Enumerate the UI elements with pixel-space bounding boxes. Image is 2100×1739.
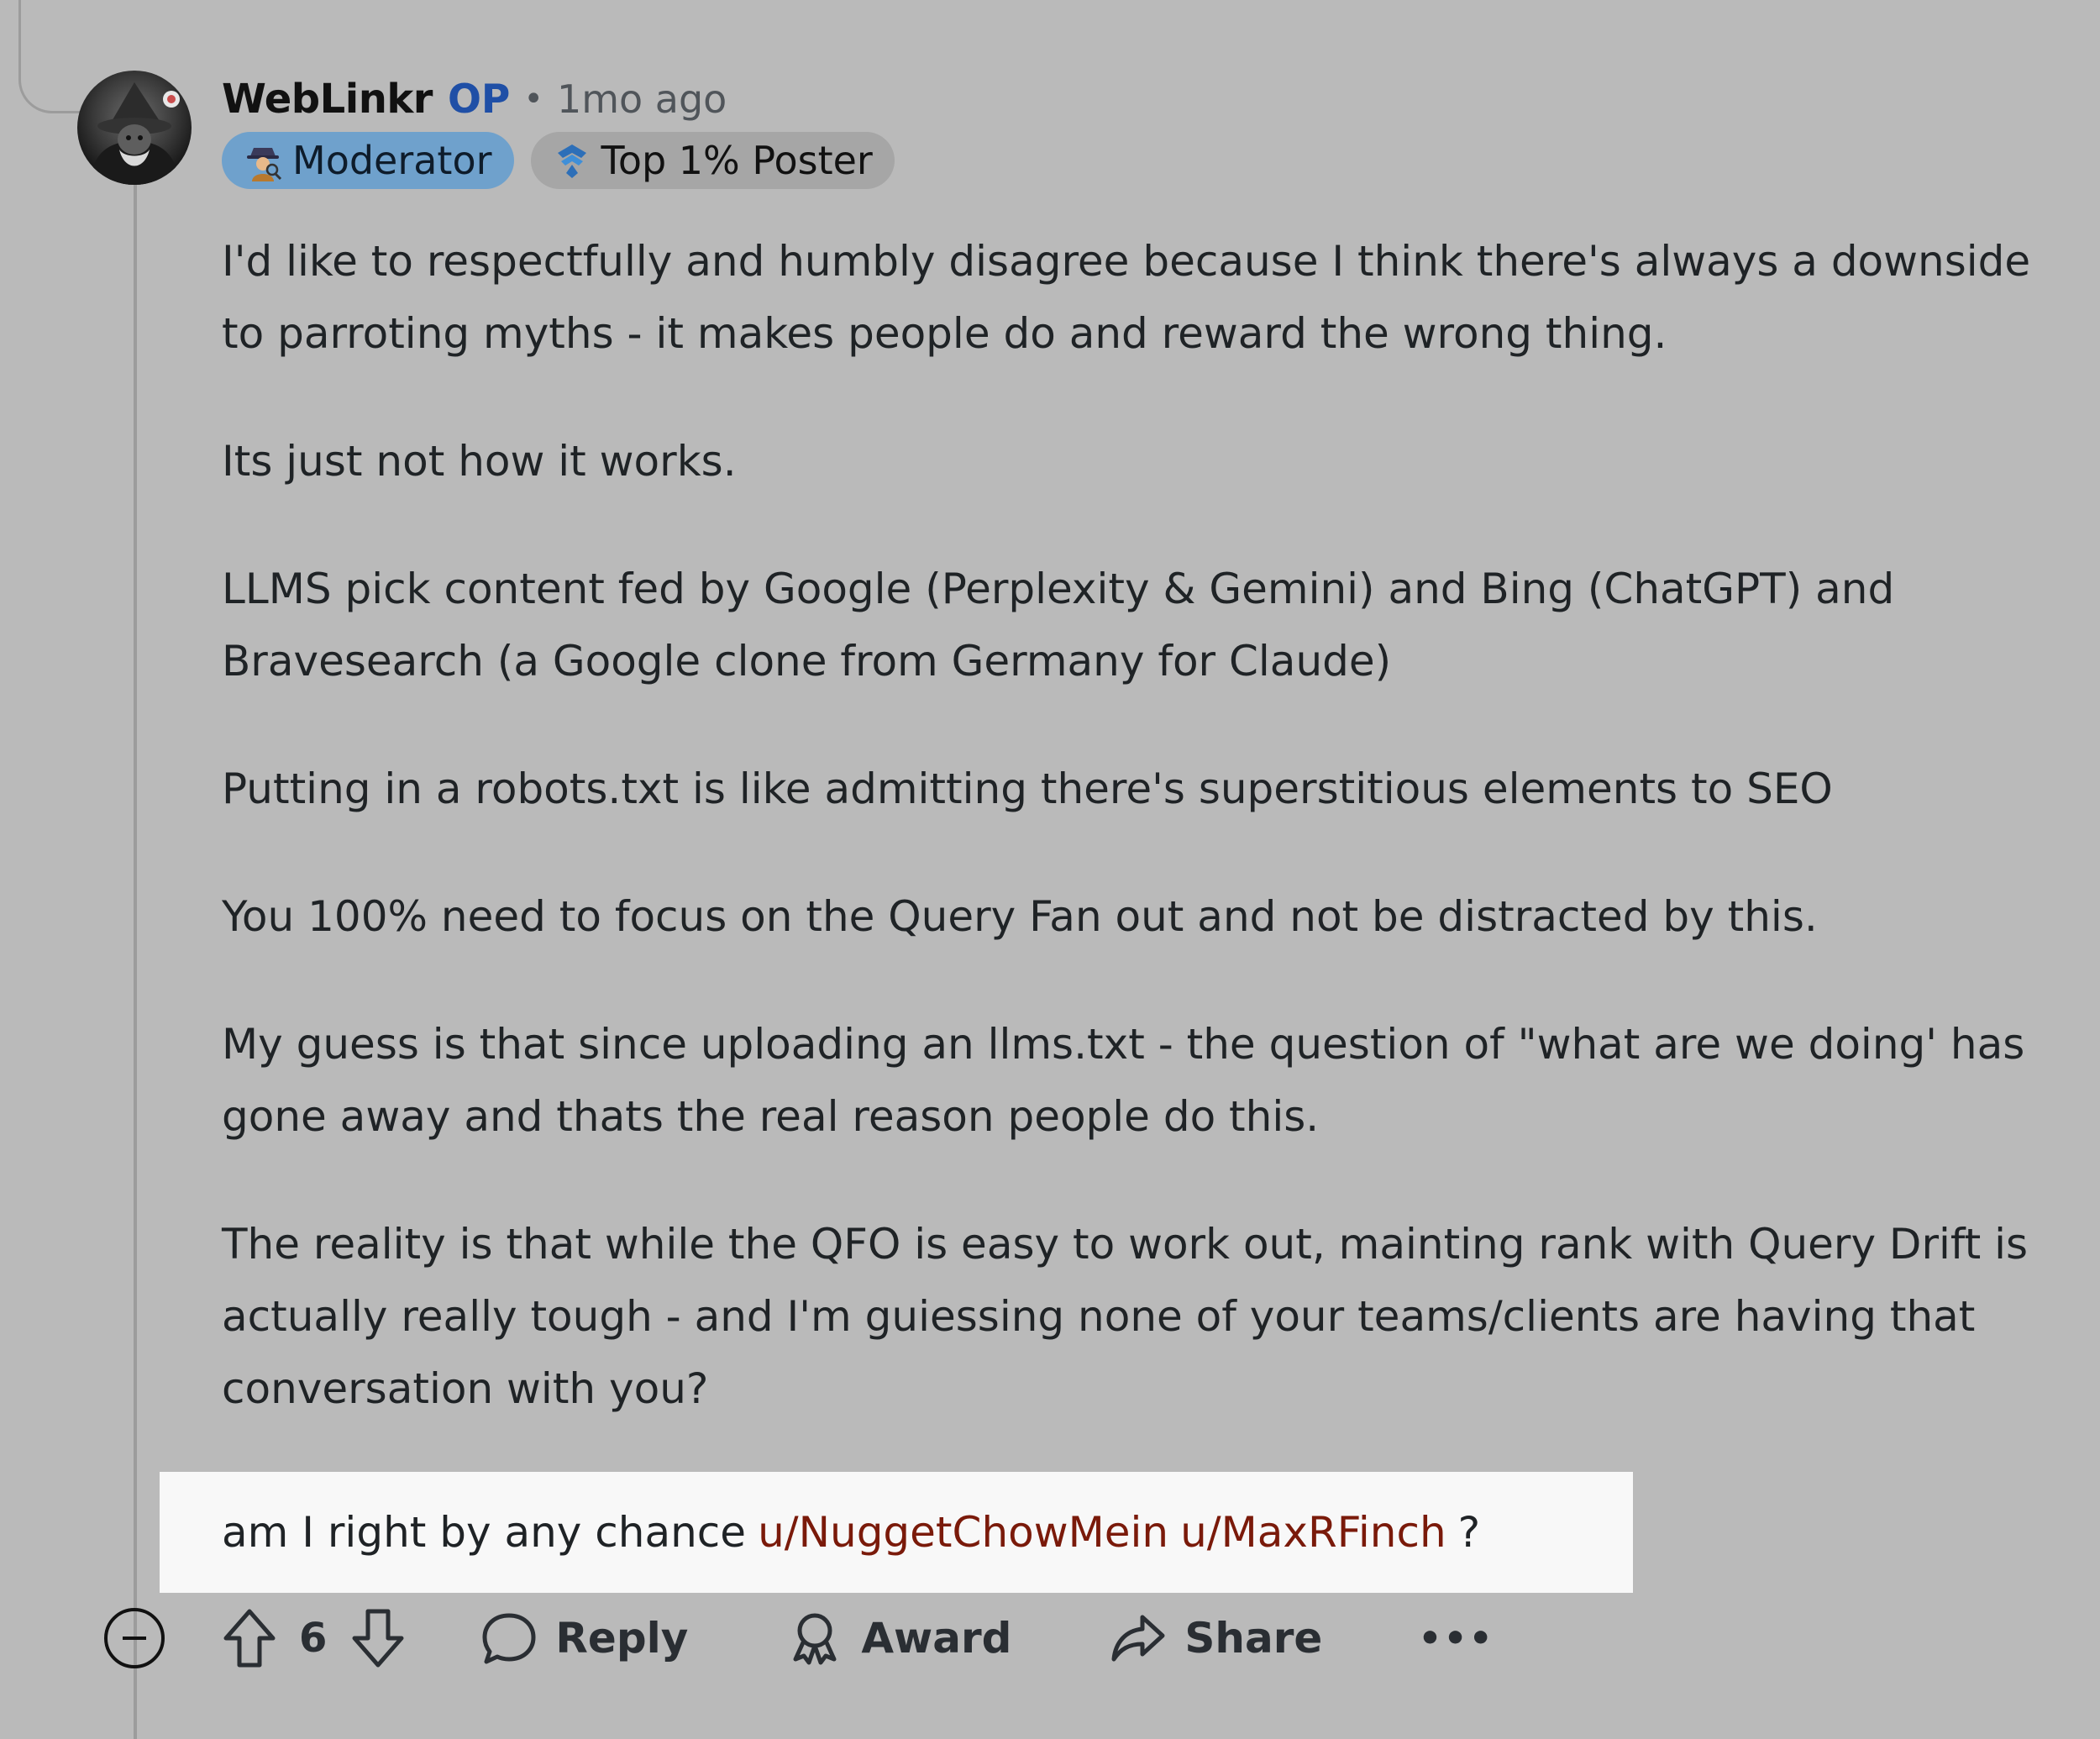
avatar[interactable] (77, 71, 192, 185)
user-mention-maxrfinch[interactable]: u/MaxRFinch (1180, 1508, 1446, 1557)
comment-action-bar: 6 Reply Award Share ••• (104, 1596, 1494, 1680)
share-button[interactable]: Share (1109, 1609, 1322, 1668)
comment-paragraph: The reality is that while the QFO is eas… (222, 1220, 2029, 1413)
comment-header: WebLinkr OP • 1mo ago (222, 71, 727, 128)
flair-moderator-label: Moderator (292, 138, 492, 183)
avatar-image (89, 82, 180, 185)
thread-connector-curve (18, 0, 80, 113)
highlighted-paragraph: am I right by any chance u/NuggetChowMei… (160, 1472, 1633, 1593)
downvote-arrow-icon (352, 1609, 404, 1668)
username[interactable]: WebLinkr (222, 76, 433, 123)
award-button[interactable]: Award (785, 1609, 1011, 1668)
comment-body: I'd like to respectfully and humbly disa… (222, 225, 2053, 1480)
share-label: Share (1184, 1614, 1323, 1663)
timestamp[interactable]: 1mo ago (557, 76, 727, 122)
flair-top-poster: Top 1% Poster (530, 132, 895, 189)
share-arrow-icon (1109, 1609, 1168, 1668)
separator-dot: • (523, 80, 543, 118)
collapse-thread-button[interactable] (104, 1608, 165, 1668)
award-ribbon-icon (785, 1609, 844, 1668)
detective-icon (242, 139, 284, 181)
flair-moderator: Moderator (222, 132, 514, 189)
downvote-button[interactable] (349, 1606, 407, 1670)
speech-bubble-icon (480, 1609, 538, 1668)
flair-top-poster-label: Top 1% Poster (601, 138, 873, 183)
user-flairs: Moderator Top 1% Poster (222, 132, 895, 189)
top-poster-icon (551, 139, 593, 181)
comment-paragraph: Putting in a robots.txt is like admittin… (222, 764, 1833, 813)
highlight-text: am I right by any chance (222, 1508, 747, 1557)
minus-icon (123, 1637, 146, 1640)
comment-paragraph: My guess is that since uploading an llms… (222, 1020, 2025, 1141)
vote-score: 6 (299, 1615, 328, 1662)
reply-button[interactable]: Reply (480, 1609, 688, 1668)
op-badge: OP (447, 76, 511, 123)
comment-paragraph: LLMS pick content fed by Google (Perplex… (222, 565, 1895, 686)
highlight-trailing: ? (1457, 1508, 1481, 1557)
user-mention-nuggetchowmein[interactable]: u/NuggetChowMein (758, 1508, 1168, 1557)
upvote-button[interactable] (220, 1606, 279, 1670)
comment-paragraph: You 100% need to focus on the Query Fan … (222, 892, 1818, 941)
upvote-arrow-icon (223, 1609, 276, 1668)
comment-paragraph: I'd like to respectfully and humbly disa… (222, 237, 2031, 358)
award-label: Award (861, 1614, 1012, 1663)
thread-line[interactable] (134, 185, 137, 1739)
comment-paragraph: Its just not how it works. (222, 437, 737, 486)
more-options-button[interactable]: ••• (1418, 1617, 1494, 1660)
reply-label: Reply (555, 1614, 689, 1663)
